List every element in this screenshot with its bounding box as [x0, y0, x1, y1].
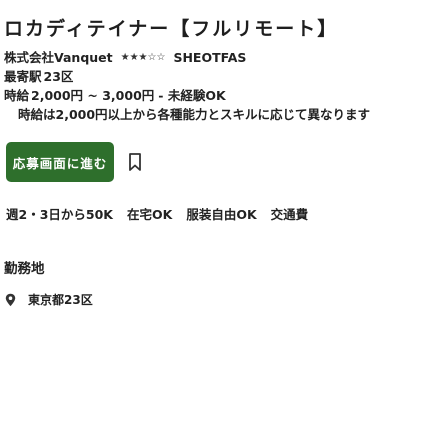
salary-label: 時給 [4, 88, 30, 103]
bookmark-icon[interactable] [126, 151, 144, 173]
job-title: ロカディテイナー【フルリモート】 [4, 18, 339, 40]
job-meta: 株式会社Vanquet ★★★☆☆ SHEOTFAS 最寄駅 23区 時給 2,… [4, 48, 421, 124]
tag-item: 在宅OK [126, 207, 173, 222]
salary-suffix: - 未経験OK [158, 88, 226, 103]
station-value: 23区 [43, 69, 74, 84]
action-bar: 応募画面に進む [4, 142, 421, 182]
company-type: SHEOTFAS [173, 50, 247, 65]
tag-item: 週2・3日から50K [6, 207, 113, 222]
tag-item: 服装自由OK [186, 207, 257, 222]
location-text: 東京都23区 [28, 293, 93, 307]
tag-item: 交通費 [270, 207, 309, 222]
location-pin-icon [4, 293, 16, 307]
salary-row: 時給 2,000円 ~ 3,000円 - 未経験OK [4, 86, 421, 105]
station-label: 最寄駅 [4, 69, 42, 84]
company-rating: ★★★☆☆ [120, 52, 166, 63]
company-name[interactable]: 株式会社Vanquet [4, 48, 113, 67]
job-detail: ロカディテイナー【フルリモート】 株式会社Vanquet ★★★☆☆ SHEOT… [0, 0, 425, 308]
workplace-title: 勤務地 [4, 261, 45, 277]
company-row: 株式会社Vanquet ★★★☆☆ SHEOTFAS [4, 48, 421, 67]
salary-value: 2,000円 ~ 3,000円 [31, 88, 155, 103]
tag-list: 週2・3日から50K 在宅OK 服装自由OK 交通費 [4, 204, 421, 223]
workplace-location: 東京都23区 [4, 291, 421, 308]
contact-button[interactable]: 応募画面に進む [6, 142, 114, 182]
contact-button-label: 応募画面に進む [12, 155, 108, 171]
station-row: 最寄駅 23区 [4, 67, 421, 86]
salary-note: 時給は2,000円以上から各種能力とスキルに応じて異なります [18, 107, 371, 122]
